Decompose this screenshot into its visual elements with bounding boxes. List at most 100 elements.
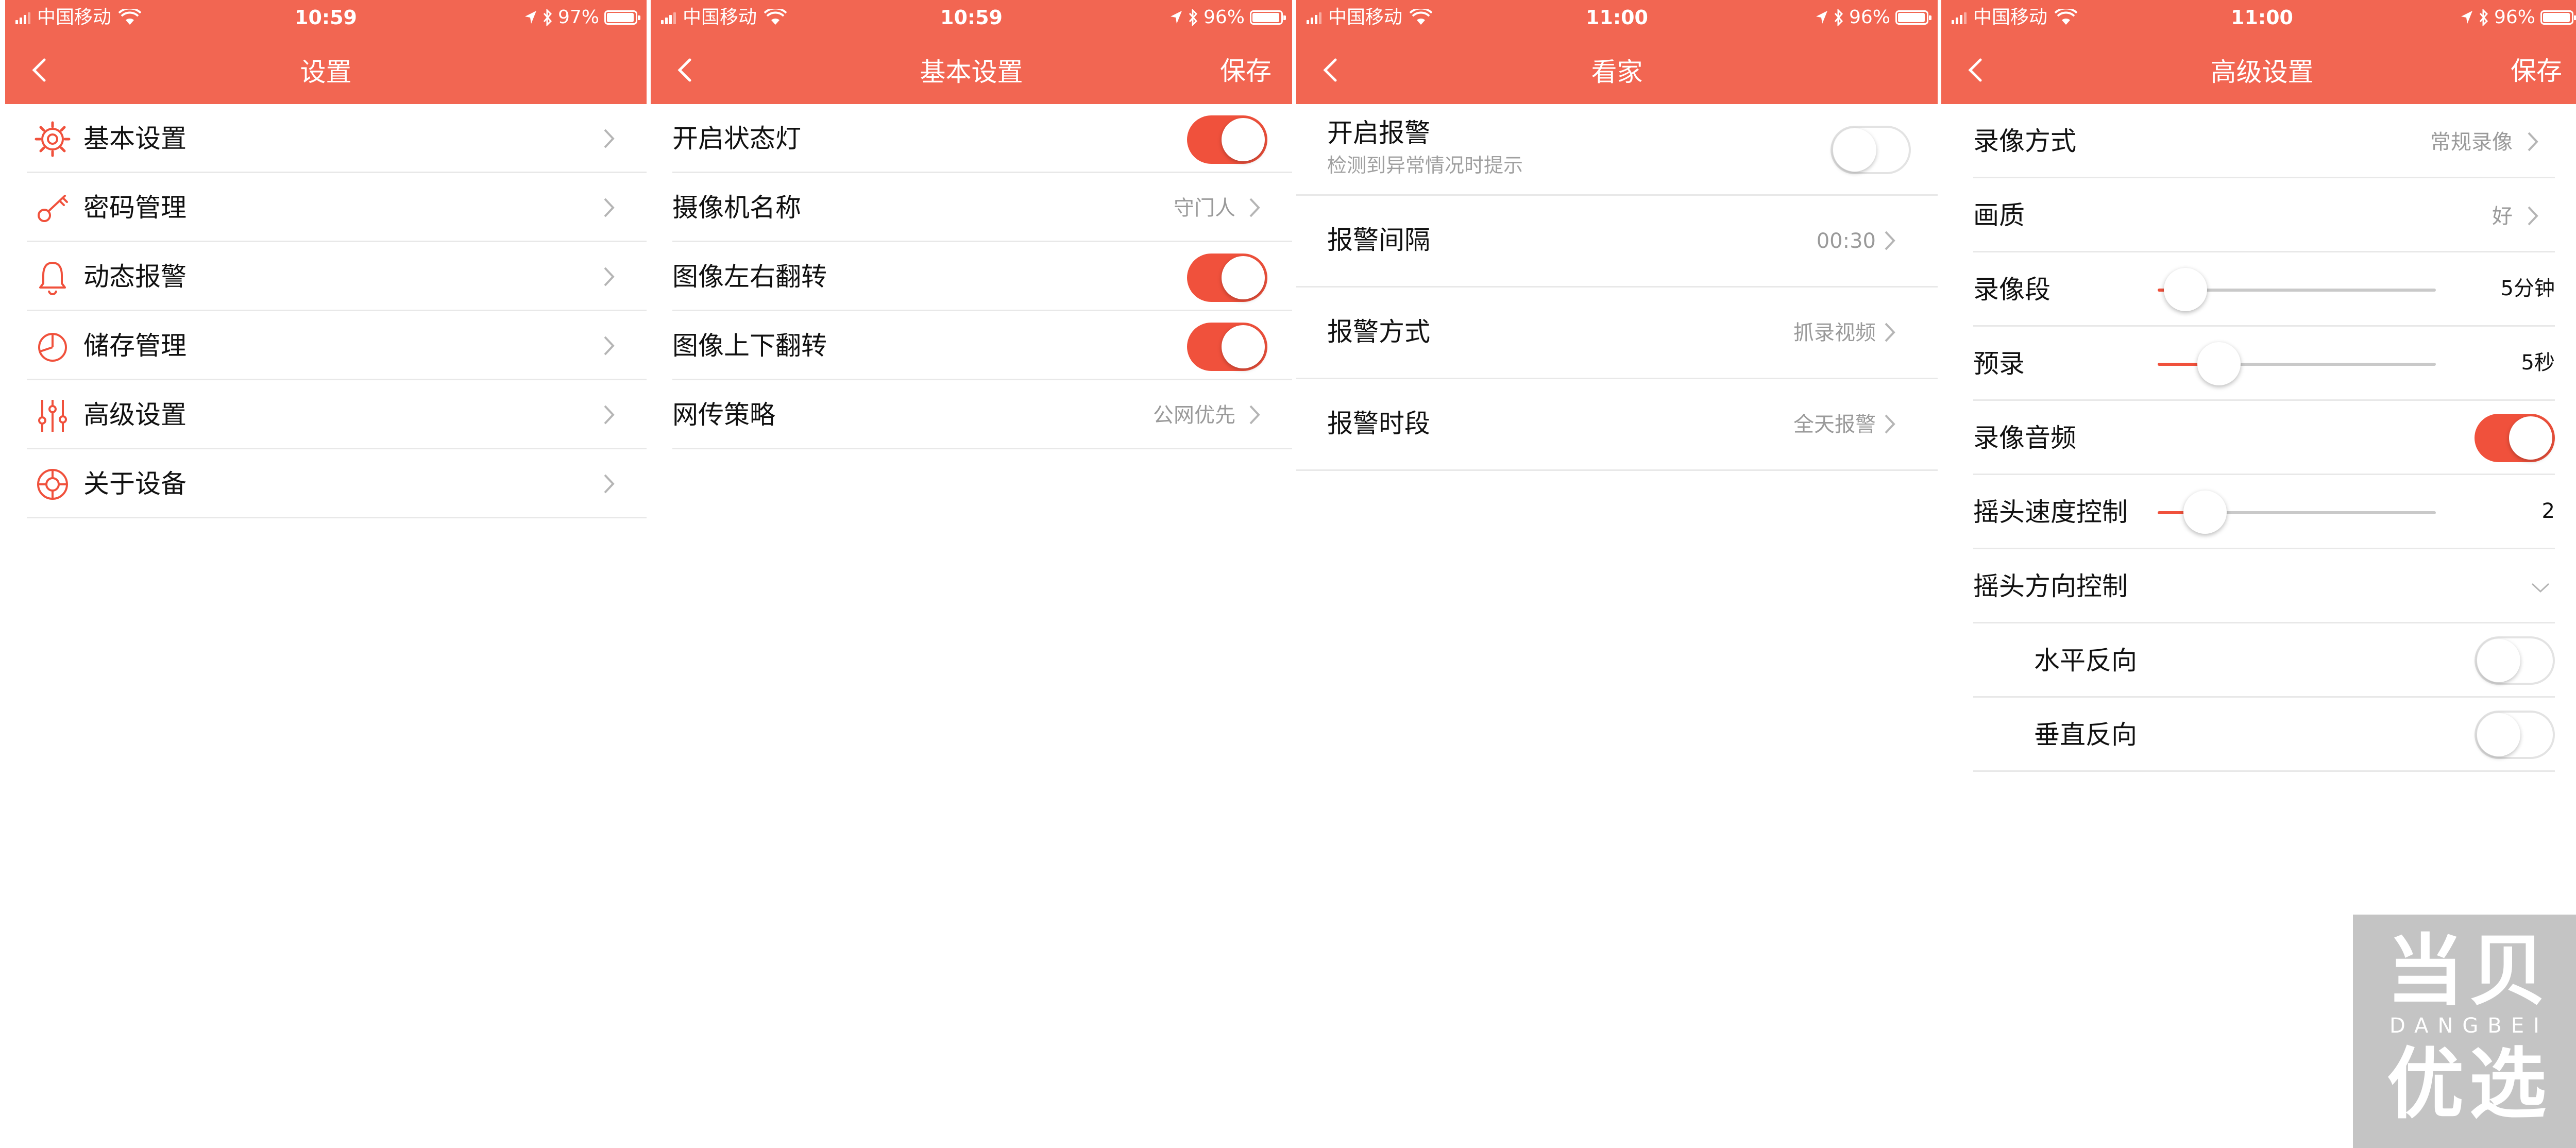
location-icon (524, 11, 536, 24)
status-right: 96% (1170, 7, 1286, 28)
status-right: 96% (2460, 7, 2576, 28)
enable-alarm-row: 开启报警 检测到异常情况时提示 (1296, 104, 1938, 196)
row-label: 开启状态灯 (672, 124, 801, 154)
row-label: 报警方式 (1327, 317, 1430, 347)
chevron-right-icon (2528, 206, 2538, 226)
camera-name-row[interactable]: 摄像机名称 守门人 (672, 173, 1292, 242)
row-label: 摇头速度控制 (1973, 497, 2128, 527)
record-audio-row: 录像音频 (1973, 401, 2555, 475)
gear-icon (35, 121, 71, 157)
toggle-knob (1222, 325, 1265, 368)
status-bar: 中国移动 11:00 96% (1296, 0, 1938, 37)
flip-vertical-toggle[interactable] (1187, 323, 1267, 371)
record-mode-row[interactable]: 录像方式 常规录像 (1973, 104, 2555, 178)
chevron-right-icon (1249, 405, 1260, 425)
nav-bar: 设置 (5, 37, 647, 104)
page-title: 看家 (1591, 57, 1643, 87)
record-audio-toggle[interactable] (2475, 414, 2555, 462)
status-right: 97% (524, 7, 640, 28)
watermark-line-1: 当贝 (2386, 926, 2552, 1016)
toggle-knob (2477, 639, 2520, 682)
menu-item-label: 动态报警 (83, 262, 187, 292)
save-button[interactable]: 保存 (2511, 56, 2562, 87)
pan-speed-value: 2 (2541, 499, 2555, 523)
chevron-right-icon (604, 405, 615, 425)
image-quality-row[interactable]: 画质 好 (1973, 178, 2555, 252)
row-label: 报警间隔 (1327, 225, 1430, 255)
camera-name-value: 守门人 (1174, 196, 1235, 220)
toggle-knob (1833, 128, 1876, 172)
slider-thumb[interactable] (2197, 342, 2241, 385)
bell-icon (39, 262, 66, 295)
row-label: 摄像机名称 (672, 193, 801, 223)
row-label: 摇头方向控制 (1973, 571, 2128, 601)
advanced-settings-list: 录像方式 常规录像 画质 好 录像段 5分钟 预录 5秒 录像音频 摇头速度控制… (1941, 104, 2576, 772)
vertical-reverse-row: 垂直反向 (1973, 698, 2555, 772)
image-quality-value: 好 (2492, 205, 2513, 228)
location-icon (2461, 11, 2472, 24)
nav-bar: 看家 (1296, 37, 1938, 104)
network-strategy-row[interactable]: 网传策略 公网优先 (672, 380, 1292, 449)
chevron-right-icon (1885, 414, 1895, 434)
chevron-right-icon (604, 198, 615, 217)
menu-item-motion-alarm[interactable]: 动态报警 (27, 242, 647, 311)
status-light-toggle[interactable] (1187, 115, 1267, 164)
menu-item-advanced[interactable]: 高级设置 (27, 380, 647, 449)
row-subtitle: 检测到异常情况时提示 (1327, 154, 1523, 177)
horizontal-reverse-toggle[interactable] (2475, 636, 2555, 685)
menu-item-label: 密码管理 (83, 193, 187, 223)
slider-thumb[interactable] (2164, 268, 2207, 311)
chevron-right-icon (1885, 231, 1895, 250)
record-segment-row: 录像段 5分钟 (1973, 252, 2555, 327)
vertical-reverse-toggle[interactable] (2475, 711, 2555, 759)
menu-item-label: 关于设备 (83, 469, 187, 499)
bluetooth-icon (1189, 9, 1198, 26)
bluetooth-icon (1834, 9, 1843, 26)
menu-item-basic-settings[interactable]: 基本设置 (27, 104, 647, 173)
row-label: 水平反向 (2034, 646, 2137, 676)
nav-bar: 基本设置 保存 (651, 37, 1292, 104)
battery-percent: 96% (1849, 7, 1890, 28)
status-bar: 中国移动 11:00 96% (1941, 0, 2576, 37)
enable-alarm-toggle[interactable] (1831, 126, 1911, 174)
page-title: 设置 (300, 57, 352, 87)
menu-item-label: 储存管理 (83, 331, 187, 361)
settings-menu: 基本设置 密码管理 动态报警 储存管理 高级设置 关于设备 (5, 104, 647, 518)
record-mode-value: 常规录像 (2430, 130, 2513, 154)
bluetooth-icon (2479, 9, 2488, 26)
menu-item-password[interactable]: 密码管理 (27, 173, 647, 242)
row-label: 图像左右翻转 (672, 262, 827, 292)
row-label: 开启报警 (1327, 118, 1430, 148)
horizontal-reverse-row: 水平反向 (1973, 623, 2555, 698)
pan-direction-row[interactable]: 摇头方向控制 (1973, 549, 2555, 623)
menu-item-about-device[interactable]: 关于设备 (27, 449, 647, 518)
battery-icon (604, 10, 640, 25)
alarm-method-row[interactable]: 报警方式 抓录视频 (1296, 288, 1938, 379)
slider-thumb[interactable] (2183, 491, 2227, 534)
alarm-settings-list: 开启报警 检测到异常情况时提示 报警间隔 00:30 报警方式 抓录视频 报警时… (1296, 104, 1938, 471)
menu-item-storage[interactable]: 储存管理 (27, 311, 647, 380)
pan-speed-slider[interactable] (2158, 491, 2436, 534)
status-bar: 中国移动 10:59 97% (5, 0, 647, 37)
row-label: 录像段 (1973, 275, 2050, 305)
battery-icon (2540, 10, 2576, 25)
alarm-interval-row[interactable]: 报警间隔 00:30 (1296, 196, 1938, 288)
status-bar: 中国移动 10:59 96% (651, 0, 1292, 37)
alarm-interval-value: 00:30 (1816, 229, 1876, 253)
chevron-right-icon (604, 267, 615, 286)
record-segment-value: 5分钟 (2500, 277, 2555, 300)
key-icon (38, 195, 68, 222)
location-icon (1170, 11, 1182, 24)
alarm-period-row[interactable]: 报警时段 全天报警 (1296, 379, 1938, 471)
pre-record-slider[interactable] (2158, 342, 2436, 385)
toggle-knob (2477, 713, 2520, 756)
record-segment-slider[interactable] (2158, 268, 2436, 311)
flip-horizontal-toggle[interactable] (1187, 254, 1267, 302)
chevron-right-icon (1249, 198, 1260, 217)
status-right: 96% (1815, 7, 1931, 28)
chevron-right-icon (2528, 132, 2538, 151)
save-button[interactable]: 保存 (1220, 56, 1272, 87)
pre-record-row: 预录 5秒 (1973, 327, 2555, 401)
row-label: 录像音频 (1973, 423, 2076, 453)
lifebuoy-icon (37, 469, 68, 500)
